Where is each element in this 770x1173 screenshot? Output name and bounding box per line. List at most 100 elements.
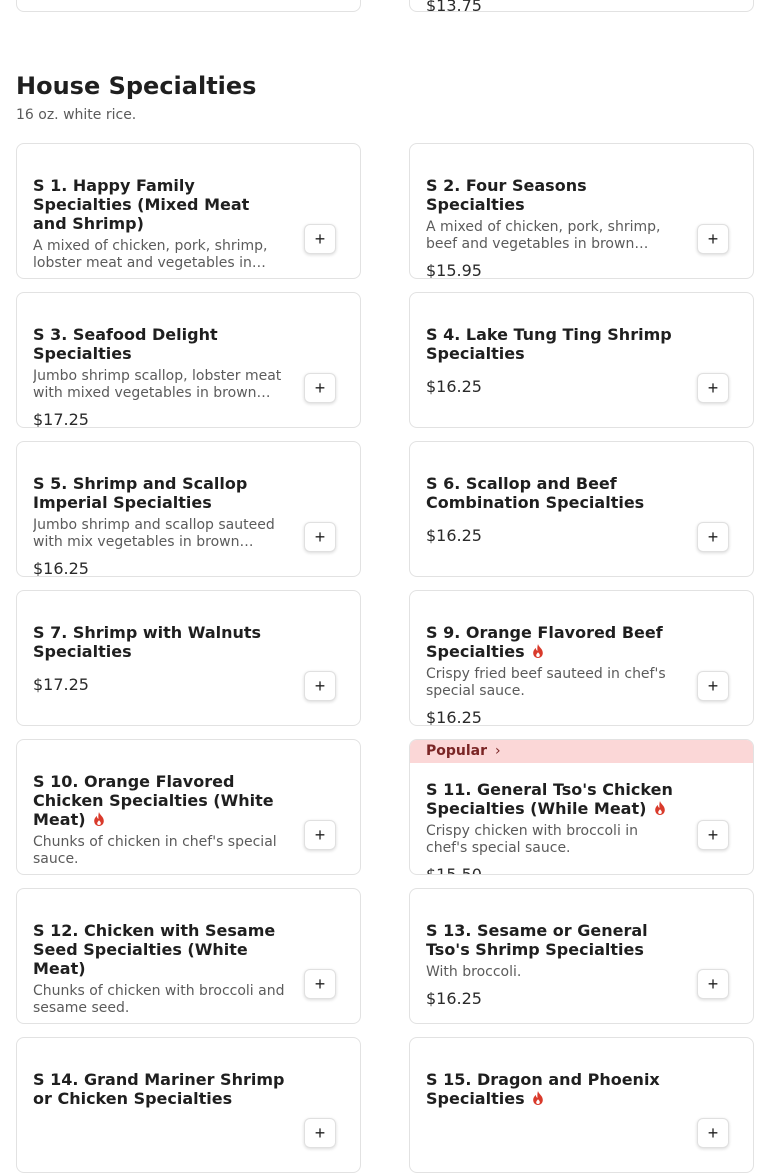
menu-item-card[interactable]: S 14. Grand Mariner Shrimp or Chicken Sp… [16,1037,361,1173]
item-name-text: S 10. Orange Flavored Chicken Specialtie… [33,772,274,829]
item-description: Chunks of chicken with broccoli and sesa… [33,983,285,1016]
item-price: $16.25 [426,377,482,396]
menu-item-card[interactable]: S 4. Lake Tung Ting Shrimp Specialties $1… [409,292,754,428]
item-name: S 5. Shrimp and Scallop Imperial Special… [33,474,285,512]
item-name-text: S 3. Seafood Delight Specialties [33,325,218,363]
item-description: A mixed of chicken, pork, shrimp, lobste… [33,238,268,271]
flame-icon [646,799,666,818]
item-description: Crispy chicken with broccoli in chef's s… [426,823,639,856]
plus-icon: + [707,378,719,398]
item-name-text: S 6. Scallop and Beef Combination Specia… [426,474,645,512]
plus-icon: + [314,676,326,696]
menu-item-card[interactable]: S 7. Shrimp with Walnuts Specialties $17.… [16,590,361,726]
add-to-cart-button[interactable]: + [304,1118,336,1148]
item-name-text: S 13. Sesame or General Tso's Shrimp Spe… [426,921,648,959]
item-info: S 10. Orange Flavored Chicken Specialtie… [33,772,285,874]
item-name: S 6. Scallop and Beef Combination Specia… [426,474,678,512]
item-info: S 1. Happy Family Specialties (Mixed Mea… [33,176,285,278]
menu-item-card[interactable]: S 1. Happy Family Specialties (Mixed Mea… [16,143,361,279]
menu-item-card[interactable] [16,0,361,12]
item-info: S 9. Orange Flavored Beef Specialties Cr… [426,623,678,725]
item-name: S 9. Orange Flavored Beef Specialties [426,623,678,661]
item-price: $15.50 [426,865,482,875]
plus-icon: + [314,974,326,994]
add-to-cart-button[interactable]: + [697,671,729,701]
add-to-cart-button[interactable]: + [304,969,336,999]
item-name: S 4. Lake Tung Ting Shrimp Specialties [426,325,678,363]
item-description: With broccoli. [426,964,522,980]
add-to-cart-button[interactable]: + [304,820,336,850]
plus-icon: + [314,825,326,845]
section-title: House Specialties [16,72,257,100]
item-name-text: S 12. Chicken with Sesame Seed Specialti… [33,921,276,978]
item-name: S 1. Happy Family Specialties (Mixed Mea… [33,176,285,233]
add-to-cart-button[interactable]: + [697,1118,729,1148]
item-info: S 13. Sesame or General Tso's Shrimp Spe… [426,921,678,1008]
menu-item-card[interactable]: S 6. Scallop and Beef Combination Specia… [409,441,754,577]
item-name-text: S 4. Lake Tung Ting Shrimp Specialties [426,325,672,363]
add-to-cart-button[interactable]: + [697,522,729,552]
item-name: S 7. Shrimp with Walnuts Specialties [33,623,285,661]
menu-item-card[interactable]: S 12. Chicken with Sesame Seed Specialti… [16,888,361,1024]
menu-item-card[interactable]: S 10. Orange Flavored Chicken Specialtie… [16,739,361,875]
item-name-text: S 5. Shrimp and Scallop Imperial Special… [33,474,248,512]
menu-item-card[interactable]: Popular › S 11. General Tso's Chicken Spec… [409,739,754,875]
plus-icon: + [707,229,719,249]
menu-item-card[interactable]: $13.75 [409,0,754,12]
menu-item-card[interactable]: S 5. Shrimp and Scallop Imperial Special… [16,441,361,577]
add-to-cart-button[interactable]: + [697,820,729,850]
flame-icon [86,810,106,829]
plus-icon: + [314,1123,326,1143]
item-price: $17.25 [33,410,89,428]
item-name: S 15. Dragon and Phoenix Specialties [426,1070,678,1108]
plus-icon: + [314,378,326,398]
item-name-text: S 9. Orange Flavored Beef Specialties [426,623,663,661]
plus-icon: + [707,974,719,994]
plus-icon: + [707,527,719,547]
item-info: S 12. Chicken with Sesame Seed Specialti… [33,921,285,1023]
item-price: $16.25 [426,526,482,545]
plus-icon: + [707,825,719,845]
item-price: $16.25 [426,989,482,1008]
item-info: S 14. Grand Mariner Shrimp or Chicken Sp… [33,1070,285,1108]
item-name-text: S 7. Shrimp with Walnuts Specialties [33,623,262,661]
item-info: S 11. General Tso's Chicken Specialties … [426,780,678,875]
add-to-cart-button[interactable]: + [697,224,729,254]
item-info: S 7. Shrimp with Walnuts Specialties $17.… [33,623,285,694]
item-name: S 12. Chicken with Sesame Seed Specialti… [33,921,285,978]
add-to-cart-button[interactable]: + [304,373,336,403]
item-description: A mixed of chicken, pork, shrimp, beef a… [426,219,661,252]
add-to-cart-button[interactable]: + [697,373,729,403]
menu-item-card[interactable]: S 13. Sesame or General Tso's Shrimp Spe… [409,888,754,1024]
menu-item-card[interactable]: S 2. Four Seasons Specialties A mixed of … [409,143,754,279]
add-to-cart-button[interactable]: + [304,224,336,254]
add-to-cart-button[interactable]: + [304,671,336,701]
item-name: S 11. General Tso's Chicken Specialties … [426,780,678,818]
flame-icon [525,1089,545,1108]
item-price: $16.25 [33,559,89,577]
item-name: S 10. Orange Flavored Chicken Specialtie… [33,772,285,829]
item-description: Jumbo shrimp scallop, lobster meat with … [33,368,282,401]
item-description: Chunks of chicken in chef's special sauc… [33,834,277,867]
plus-icon: + [314,229,326,249]
menu-item-card[interactable]: S 9. Orange Flavored Beef Specialties Cr… [409,590,754,726]
item-name-text: S 14. Grand Mariner Shrimp or Chicken Sp… [33,1070,285,1108]
item-name-text: S 2. Four Seasons Specialties [426,176,587,214]
menu-item-card[interactable]: S 3. Seafood Delight Specialties Jumbo sh… [16,292,361,428]
add-to-cart-button[interactable]: + [697,969,729,999]
menu-item-card[interactable]: S 15. Dragon and Phoenix Specialties + [409,1037,754,1173]
item-info: S 6. Scallop and Beef Combination Specia… [426,474,678,545]
plus-icon: + [314,527,326,547]
item-description: Crispy fried beef sauteed in chef's spec… [426,666,666,699]
item-info: S 2. Four Seasons Specialties A mixed of … [426,176,678,278]
item-name: S 14. Grand Mariner Shrimp or Chicken Sp… [33,1070,285,1108]
item-price: $17.25 [33,675,89,694]
item-price: $13.75 [426,0,482,12]
add-to-cart-button[interactable]: + [304,522,336,552]
item-name-text: S 1. Happy Family Specialties (Mixed Mea… [33,176,250,233]
item-description: Jumbo shrimp and scallop sauteed with mi… [33,517,275,550]
plus-icon: + [707,1123,719,1143]
item-info: S 3. Seafood Delight Specialties Jumbo sh… [33,325,285,428]
item-name: S 13. Sesame or General Tso's Shrimp Spe… [426,921,678,959]
section-subtitle: 16 oz. white rice. [16,107,137,123]
